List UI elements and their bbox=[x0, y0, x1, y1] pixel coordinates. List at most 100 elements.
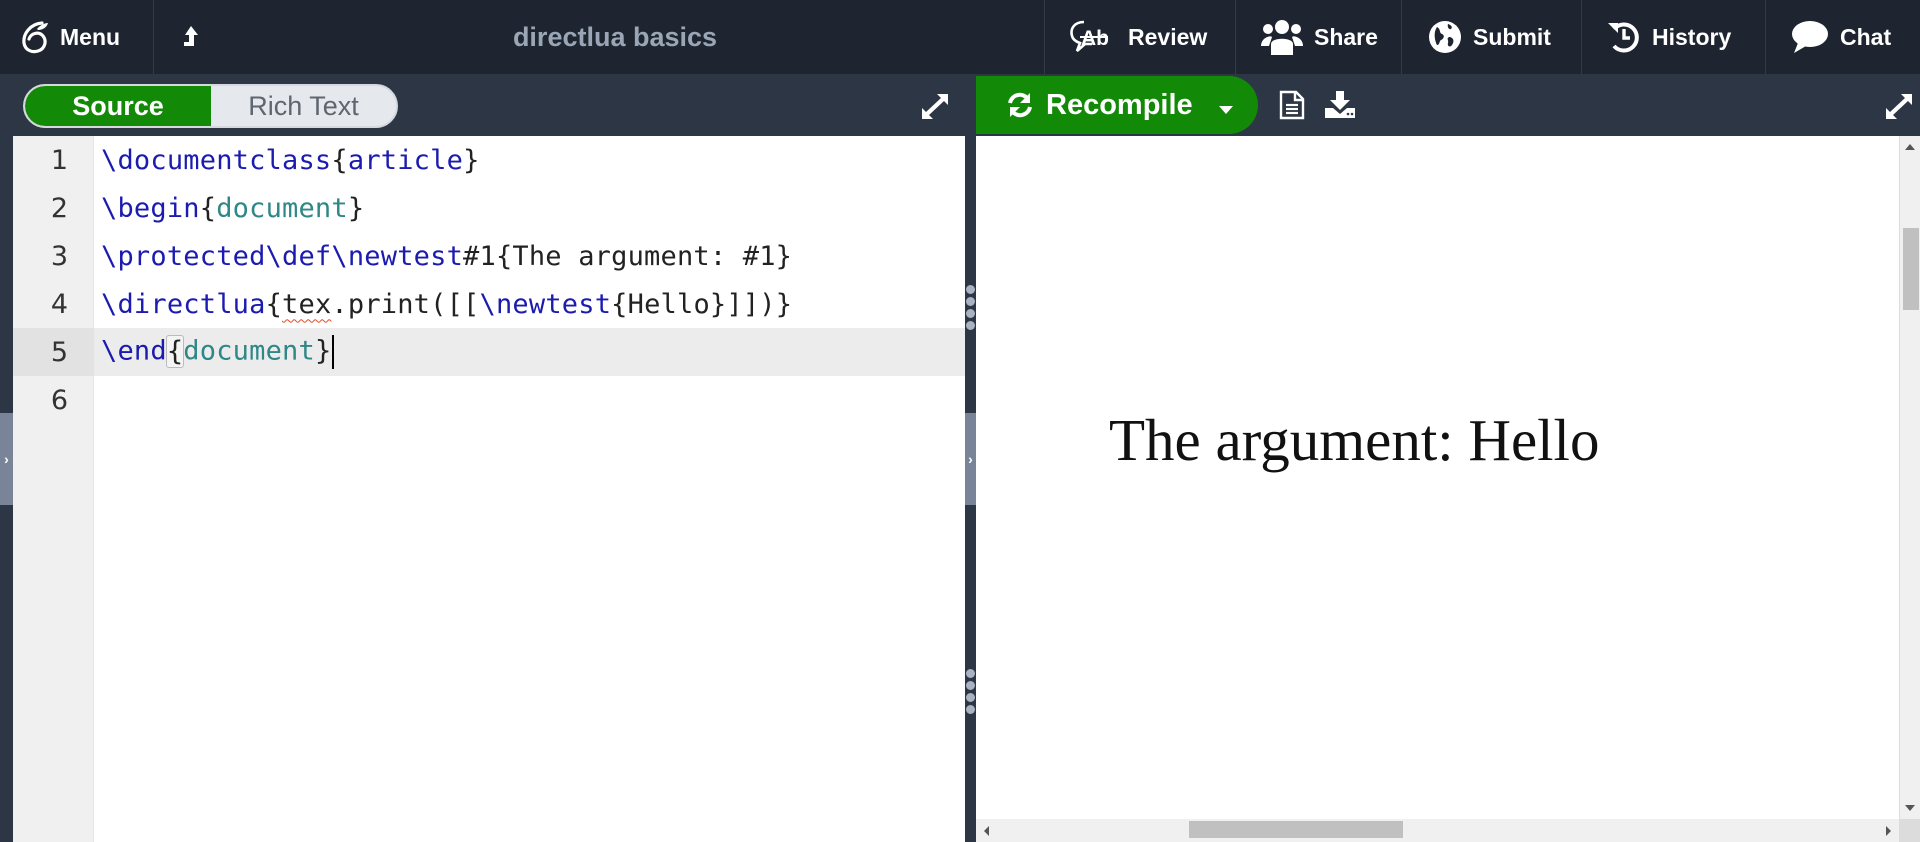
divider bbox=[1235, 0, 1236, 74]
code-token: \begin bbox=[101, 192, 200, 224]
share-button[interactable]: Share bbox=[1260, 0, 1378, 74]
horizontal-scrollbar[interactable] bbox=[976, 819, 1899, 842]
code-token: } bbox=[463, 144, 480, 176]
code-line[interactable]: 2 \begin{document} bbox=[13, 184, 965, 232]
line-number: 5 bbox=[13, 328, 94, 376]
expand-arrows-icon bbox=[1884, 94, 1914, 125]
code-token: #1{The argument: #1} bbox=[463, 240, 793, 272]
code-token: \protected\def\newtest bbox=[101, 240, 464, 272]
history-icon bbox=[1606, 19, 1642, 55]
code-text: \protected\def\newtest#1{The argument: #… bbox=[94, 241, 792, 272]
code-token: { bbox=[165, 334, 185, 368]
submit-label: Submit bbox=[1473, 23, 1551, 50]
code-token: article bbox=[347, 144, 464, 176]
source-mode-button[interactable]: Source bbox=[25, 86, 211, 126]
expand-pdf-button[interactable] bbox=[1884, 93, 1914, 126]
review-button[interactable]: Ab Review bbox=[1068, 0, 1207, 74]
code-token: document bbox=[183, 335, 315, 367]
code-line[interactable]: 3 \protected\def\newtest#1{The argument: … bbox=[13, 232, 965, 280]
refresh-icon bbox=[1006, 91, 1034, 119]
code-line[interactable]: 5 \end{document} bbox=[13, 328, 965, 376]
vertical-scroll-thumb[interactable] bbox=[1903, 228, 1919, 310]
recompile-label: Recompile bbox=[1046, 88, 1193, 121]
editor-mode-toggle: Source Rich Text bbox=[23, 84, 398, 128]
code-token: { bbox=[199, 192, 217, 224]
code-token: \newtest bbox=[479, 288, 612, 320]
recompile-button-group: Recompile bbox=[976, 76, 1258, 134]
logs-button[interactable] bbox=[1278, 90, 1306, 125]
pdf-pane-toggle[interactable]: › bbox=[965, 413, 976, 505]
chat-label: Chat bbox=[1840, 23, 1892, 50]
code-line[interactable]: 1 \documentclass{article} bbox=[13, 136, 965, 184]
divider bbox=[1401, 0, 1402, 74]
vertical-scrollbar[interactable] bbox=[1899, 136, 1920, 819]
code-token: \end bbox=[101, 335, 167, 367]
pdf-viewer[interactable]: The argument: Hello bbox=[976, 136, 1920, 842]
drag-handle-bottom[interactable] bbox=[966, 669, 975, 714]
drag-handle-top[interactable] bbox=[966, 285, 975, 330]
scrollbar-corner bbox=[1899, 819, 1920, 842]
file-tree-toggle[interactable]: › bbox=[0, 413, 13, 505]
divider bbox=[1044, 0, 1045, 74]
arrow-up-icon bbox=[180, 24, 202, 50]
code-token: document bbox=[216, 192, 348, 224]
source-label: Source bbox=[72, 90, 164, 121]
code-token: { bbox=[265, 288, 283, 320]
submit-button[interactable]: Submit bbox=[1427, 0, 1551, 74]
pane-splitter[interactable]: › bbox=[965, 136, 976, 842]
expand-arrows-icon bbox=[920, 94, 950, 125]
back-to-projects-button[interactable] bbox=[180, 0, 212, 74]
scroll-right-arrow-icon[interactable] bbox=[1886, 826, 1891, 836]
scroll-left-arrow-icon[interactable] bbox=[984, 826, 989, 836]
scroll-up-arrow-icon[interactable] bbox=[1905, 144, 1915, 150]
code-text: \end{document} bbox=[94, 334, 335, 369]
history-label: History bbox=[1652, 23, 1732, 50]
review-label: Review bbox=[1128, 23, 1208, 50]
download-pdf-button[interactable] bbox=[1324, 90, 1356, 125]
scroll-down-arrow-icon[interactable] bbox=[1905, 805, 1915, 811]
svg-text:Ab: Ab bbox=[1081, 27, 1109, 50]
history-button[interactable]: History bbox=[1606, 0, 1731, 74]
code-editor[interactable]: 1 \documentclass{article} 2 \begin{document… bbox=[13, 136, 965, 842]
divider bbox=[153, 0, 154, 74]
code-token: { bbox=[331, 144, 348, 176]
line-number: 4 bbox=[50, 288, 68, 320]
recompile-button[interactable]: Recompile bbox=[976, 76, 1193, 134]
rich-text-mode-button[interactable]: Rich Text bbox=[211, 86, 396, 126]
caret-down-icon bbox=[1219, 89, 1233, 122]
code-line[interactable]: 6 bbox=[13, 376, 965, 424]
divider bbox=[1581, 0, 1582, 74]
code-token: tex bbox=[282, 288, 332, 320]
document-icon bbox=[1278, 90, 1306, 124]
chat-bubble-icon bbox=[1790, 19, 1830, 55]
line-number: 2 bbox=[50, 192, 68, 224]
editor-toolbar: Source Rich Text bbox=[0, 74, 976, 136]
code-token: {Hello}]])} bbox=[611, 288, 793, 320]
download-icon bbox=[1324, 91, 1356, 124]
recompile-options-dropdown[interactable] bbox=[1208, 76, 1244, 134]
menu-button[interactable]: Menu bbox=[20, 0, 120, 74]
chevron-right-icon: › bbox=[968, 451, 973, 467]
share-users-icon bbox=[1260, 18, 1304, 56]
code-line[interactable]: 4 \directlua{tex.print([[\newtest{Hello}]… bbox=[13, 280, 965, 328]
expand-editor-button[interactable] bbox=[920, 93, 950, 126]
pdf-toolbar: Recompile bbox=[976, 74, 1920, 136]
code-token: } bbox=[314, 335, 332, 367]
code-token: \documentclass bbox=[101, 144, 332, 176]
text-cursor bbox=[332, 335, 335, 369]
code-token: \directlua bbox=[101, 288, 266, 320]
menu-label: Menu bbox=[60, 23, 121, 50]
review-icon: Ab bbox=[1068, 19, 1118, 55]
code-token: } bbox=[347, 192, 365, 224]
line-number: 3 bbox=[50, 240, 68, 272]
globe-icon bbox=[1427, 19, 1463, 55]
code-text: \directlua{tex.print([[\newtest{Hello}]]… bbox=[94, 289, 792, 320]
chat-button[interactable]: Chat bbox=[1790, 0, 1891, 74]
code-text: \begin{document} bbox=[94, 193, 364, 224]
code-text: \documentclass{article} bbox=[94, 145, 480, 176]
project-title[interactable]: directlua basics bbox=[513, 22, 717, 53]
pdf-rendered-text: The argument: Hello bbox=[1109, 407, 1600, 473]
rich-text-label: Rich Text bbox=[248, 90, 359, 121]
code-token: .print([[ bbox=[331, 288, 480, 320]
horizontal-scroll-thumb[interactable] bbox=[1189, 821, 1403, 838]
